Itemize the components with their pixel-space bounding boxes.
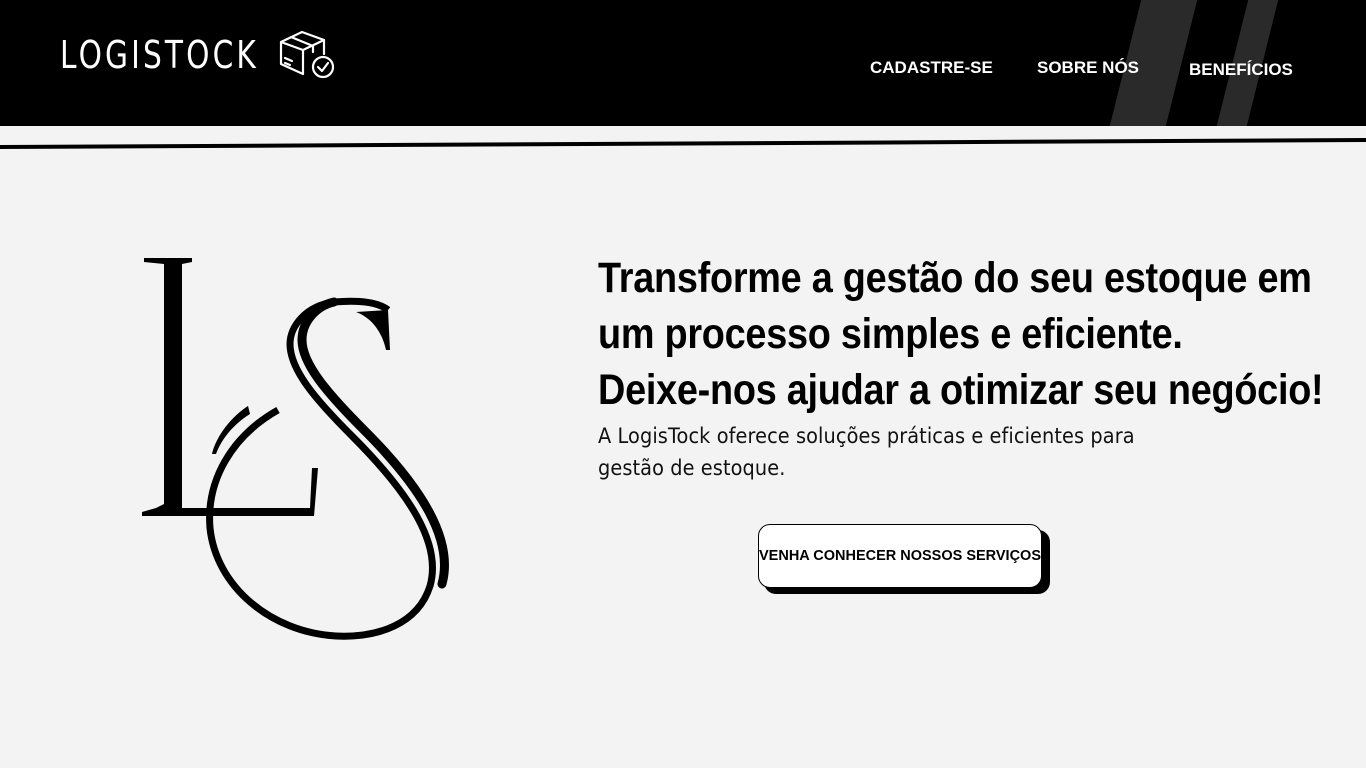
- package-check-icon: [279, 30, 335, 79]
- nav-beneficios[interactable]: BENEFÍCIOS: [1189, 60, 1293, 80]
- headline-line: Deixe-nos ajudar a otimizar seu negócio!: [598, 366, 1324, 414]
- hero-headline: Transforme a gestão do seu estoque em um…: [598, 250, 1324, 418]
- cta-container: VENHA CONHECER NOSSOS SERVIÇOS: [758, 524, 1050, 594]
- nav-sobre-nos[interactable]: SOBRE NÓS: [1037, 58, 1139, 78]
- section-divider-line: [0, 138, 1366, 149]
- headline-line: um processo simples e eficiente.: [598, 310, 1183, 358]
- nav-cadastre-se[interactable]: CADASTRE-SE: [870, 58, 993, 78]
- hero-description: A LogisTock oferece soluções práticas e …: [598, 424, 1135, 480]
- services-cta-button[interactable]: VENHA CONHECER NOSSOS SERVIÇOS: [758, 524, 1042, 588]
- headline-line: Transforme a gestão do seu estoque em: [598, 254, 1312, 302]
- top-header: LOGISTOCK CADASTRE-SE SOBRE NÓS BENEFÍCI…: [0, 0, 1366, 126]
- brand-logo-text[interactable]: LOGISTOCK: [60, 33, 259, 77]
- ls-monogram-logo: [142, 258, 449, 640]
